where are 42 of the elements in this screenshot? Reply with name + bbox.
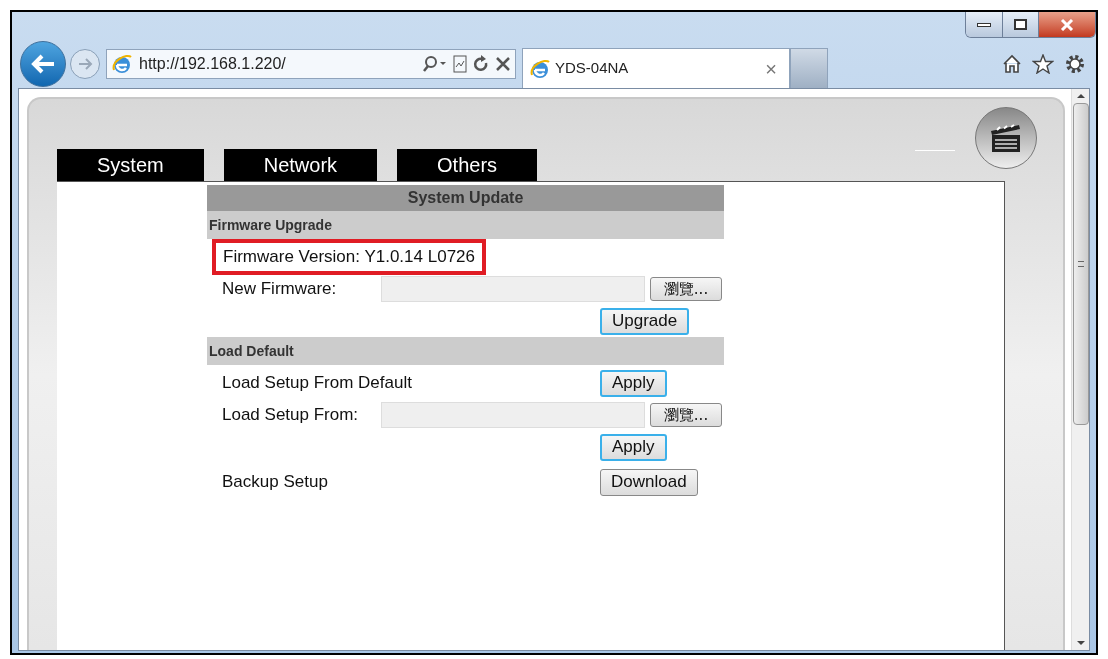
nav-tab[interactable]: Network — [223, 149, 378, 181]
compatibility-icon[interactable] — [453, 55, 467, 73]
close-button[interactable] — [1039, 12, 1095, 37]
maximize-button[interactable] — [1003, 12, 1039, 37]
nav-tab[interactable]: System — [57, 149, 204, 181]
back-button[interactable] — [20, 41, 66, 87]
browse-button[interactable]: 瀏覽... — [650, 403, 722, 427]
address-text: http://192.168.1.220/ — [139, 54, 287, 74]
panel-title: System Update — [207, 185, 724, 211]
close-icon — [1060, 18, 1074, 31]
setting-label: Backup Setup — [222, 471, 329, 494]
field-label: New Firmware: — [222, 278, 338, 301]
scroll-thumb[interactable] — [1072, 103, 1089, 425]
file-path-field[interactable] — [381, 276, 645, 302]
setting-label: Load Setup From Default — [222, 372, 413, 395]
scrollbar[interactable] — [1071, 89, 1089, 650]
close-icon[interactable] — [495, 56, 511, 72]
minimize-button[interactable] — [966, 12, 1003, 37]
action-button[interactable]: Apply — [600, 369, 667, 397]
tab-close-button[interactable]: × — [765, 53, 783, 84]
address-bar[interactable]: http://192.168.1.220/ — [106, 49, 516, 79]
search-icon[interactable] — [421, 55, 447, 73]
settings-icon[interactable] — [1064, 53, 1086, 75]
refresh-icon[interactable] — [473, 55, 489, 73]
field-label: Load Setup From: — [222, 404, 360, 427]
file-path-field[interactable] — [381, 402, 645, 428]
section-header: Firmware Upgrade — [207, 211, 724, 239]
home-icon[interactable] — [1002, 54, 1022, 74]
action-button[interactable]: Apply — [600, 433, 667, 461]
globe-e-icon — [529, 57, 551, 80]
star-icon[interactable] — [1032, 54, 1054, 74]
firmware-version-text: Firmware Version: Y1.0.14 L0726 — [212, 239, 486, 275]
nav-tab[interactable]: Others — [397, 149, 538, 181]
action-button[interactable]: Upgrade — [600, 307, 690, 335]
browser-tab[interactable]: YDS-04NA × — [522, 48, 790, 88]
section-header: Load Default — [207, 337, 724, 365]
browse-button[interactable]: 瀏覽... — [650, 277, 722, 301]
action-button[interactable]: Download — [600, 468, 698, 496]
tab-title: YDS-04NA — [555, 58, 630, 79]
left-arrow-icon — [30, 53, 56, 75]
right-arrow-icon — [77, 57, 93, 71]
globe-e-icon — [111, 53, 133, 75]
